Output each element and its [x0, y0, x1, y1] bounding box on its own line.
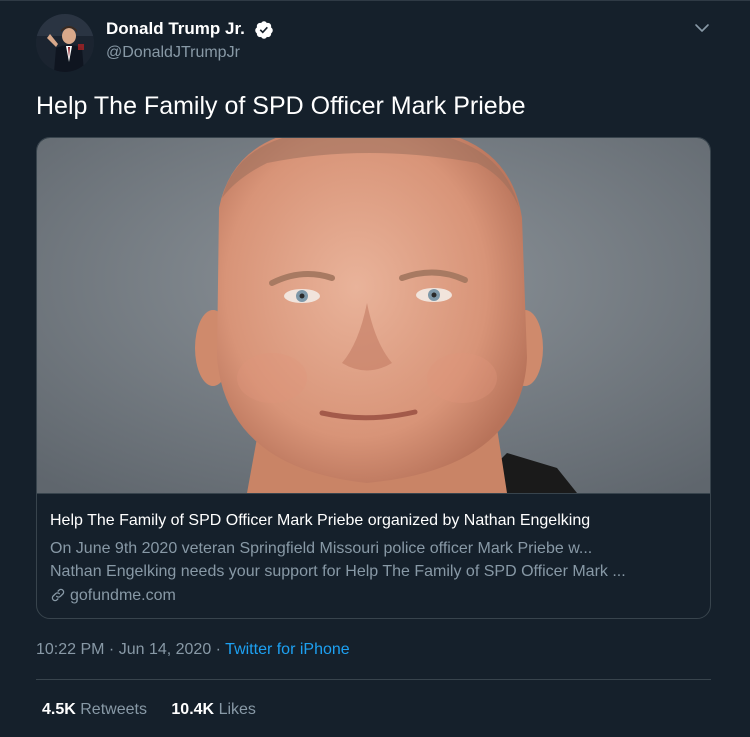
verified-badge-icon	[255, 21, 273, 39]
retweets-label: Retweets	[80, 701, 147, 718]
card-domain[interactable]: gofundme.com	[50, 587, 176, 605]
tweet-text: Help The Family of SPD Officer Mark Prie…	[36, 92, 526, 120]
card-title[interactable]: Help The Family of SPD Officer Mark Prie…	[50, 512, 590, 530]
link-card[interactable]: Help The Family of SPD Officer Mark Prie…	[36, 137, 711, 619]
author-handle[interactable]: @DonaldJTrumpJr	[106, 44, 240, 62]
retweets-count: 4.5K	[42, 701, 76, 718]
card-separator	[37, 493, 710, 494]
likes-label: Likes	[218, 701, 256, 718]
likes-count: 10.4K	[171, 701, 215, 718]
top-border	[0, 0, 750, 1]
tweet-meta: 10:22 PM · Jun 14, 2020 · Twitter for iP…	[36, 641, 350, 659]
tweet-source-link[interactable]: Twitter for iPhone	[225, 641, 350, 658]
author-avatar[interactable]	[36, 14, 94, 72]
meta-separator: ·	[104, 641, 119, 658]
tweet: Donald Trump Jr. @DonaldJTrumpJr Help Th…	[0, 0, 750, 737]
card-description-line-1: On June 9th 2020 veteran Springfield Mis…	[50, 540, 593, 557]
tweet-time[interactable]: 10:22 PM	[36, 641, 104, 658]
card-image	[37, 138, 710, 493]
author-name[interactable]: Donald Trump Jr.	[106, 19, 245, 39]
likes-stat[interactable]: 10.4K Likes	[171, 701, 256, 719]
tweet-date[interactable]: Jun 14, 2020	[119, 641, 212, 658]
divider	[36, 679, 711, 680]
meta-separator: ·	[211, 641, 226, 658]
link-icon	[51, 588, 65, 602]
avatar-photo	[36, 14, 94, 72]
retweets-stat[interactable]: 4.5K Retweets	[42, 701, 147, 719]
card-description-line-2: Nathan Engelking needs your support for …	[50, 563, 626, 580]
tweet-stats: 4.5K Retweets 10.4K Likes	[42, 701, 276, 719]
card-domain-text: gofundme.com	[70, 587, 176, 604]
chevron-down-icon[interactable]	[693, 21, 711, 35]
